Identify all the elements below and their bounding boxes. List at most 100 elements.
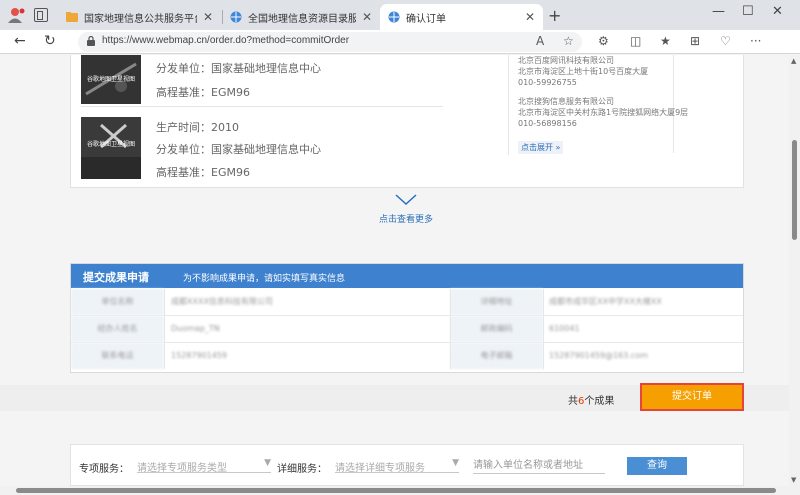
thumbnail-caption: 谷歌地图卫星视图	[87, 141, 136, 148]
favorites-icon[interactable]: ★	[660, 34, 671, 48]
form-row: 单位名称 成都XXXX信息科技有限公司 详细地址 成都市成华区XX中学XX大楼X…	[71, 289, 743, 316]
field-label: 经办人姓名	[71, 316, 164, 342]
expand-vendors-link[interactable]: 点击展开 »	[518, 141, 564, 154]
browser-toolbar: ← ↻ https://www.webmap.cn/order.do?metho…	[0, 30, 800, 54]
chevron-down-icon[interactable]	[395, 194, 417, 206]
chevron-down-icon: ▼	[452, 458, 459, 468]
form-header: 提交成果申请 为不影响成果申请，请如实填写真实信息	[71, 264, 743, 288]
divider	[673, 55, 674, 153]
form-row: 经办人姓名 Duomap_TN 邮政编码 610041	[71, 316, 743, 343]
scroll-down-icon[interactable]: ▼	[791, 476, 796, 484]
browser-essentials-icon[interactable]: ♡	[720, 34, 731, 48]
form-title: 提交成果申请	[83, 271, 149, 284]
divider	[81, 106, 443, 107]
divider	[164, 343, 165, 369]
form-row: 联系电话 15287901459 电子邮箱 15287901459@163.co…	[71, 343, 743, 370]
detail-service-select[interactable]: 请选择详细专项服务 ▼	[335, 458, 459, 474]
vendor-phone: 010-59926755	[518, 78, 577, 87]
contact-name-value[interactable]: Duomap_TN	[171, 316, 361, 342]
thumbnail-caption: 谷歌地图卫星视图	[87, 76, 136, 83]
submit-application-form: 提交成果申请 为不影响成果申请，请如实填写真实信息 单位名称 成都XXXX信息科…	[70, 263, 744, 373]
product-thumbnail[interactable]: 谷歌地图卫星视图	[81, 117, 141, 179]
satellite-image	[81, 117, 141, 179]
result-count: 共6个成果	[568, 392, 614, 407]
close-tab-icon[interactable]: ✕	[525, 10, 535, 24]
field-label: 联系电话	[71, 343, 164, 369]
vendor-phone: 010-56898156	[518, 119, 577, 128]
scrollbar-thumb[interactable]	[792, 140, 797, 240]
divider	[450, 316, 451, 342]
unit-search-input[interactable]	[473, 458, 605, 474]
product-item: 谷歌地图卫星视图 分发单位：国家基础地理信息中心 高程基准：EGM96	[81, 55, 453, 106]
tab-tianditu[interactable]: 国家地理信息公共服务平台 天地图 ✕	[58, 4, 221, 30]
detail-service-label: 详细服务：	[277, 464, 327, 475]
scrollbar-thumb[interactable]	[16, 488, 776, 493]
browser-tab-bar: 国家地理信息公共服务平台 天地图 ✕ 全国地理信息资源目录服务系统 ✕ 确认订单…	[0, 0, 800, 30]
more-menu-icon[interactable]: ···	[750, 34, 761, 48]
address-bar[interactable]: https://www.webmap.cn/order.do?method=co…	[78, 32, 582, 52]
new-tab-icon[interactable]: +	[548, 6, 561, 25]
close-tab-icon[interactable]: ✕	[203, 10, 213, 24]
field-label: 详细地址	[450, 289, 543, 315]
divider	[508, 55, 509, 155]
unit-name-value[interactable]: 成都XXXX信息科技有限公司	[171, 289, 361, 315]
read-aloud-icon[interactable]: A	[536, 34, 544, 48]
tab-title: 国家地理信息公共服务平台 天地图	[84, 13, 197, 25]
tab-actions-icon[interactable]	[34, 8, 48, 22]
tab-title: 确认订单	[406, 13, 446, 25]
profile-avatar-icon[interactable]	[8, 7, 26, 23]
favorite-star-icon[interactable]: ☆	[563, 34, 574, 48]
divider	[543, 289, 544, 315]
query-button[interactable]: 查询	[627, 457, 687, 475]
product-distributor: 分发单位：国家基础地理信息中心	[156, 62, 321, 75]
product-time: 生产时间：2010	[156, 121, 239, 134]
field-label: 单位名称	[71, 289, 164, 315]
close-tab-icon[interactable]: ✕	[362, 10, 372, 24]
globe-favicon-icon	[388, 11, 400, 23]
close-window-icon[interactable]: ✕	[772, 4, 783, 19]
vendor-name: 北京搜狗信息服务有限公司	[518, 97, 614, 106]
tab-directory-service[interactable]: 全国地理信息资源目录服务系统 ✕	[222, 4, 380, 30]
vendor-name: 北京百度网讯科技有限公司	[518, 56, 614, 65]
product-elevation: 高程基准：EGM96	[156, 86, 250, 99]
maximize-icon[interactable]: ☐	[742, 4, 754, 19]
globe-favicon-icon	[230, 11, 242, 23]
divider	[164, 289, 165, 315]
collections-icon[interactable]: ⊞	[690, 34, 700, 48]
special-service-select[interactable]: 请选择专项服务类型 ▼	[137, 458, 271, 474]
minimize-icon[interactable]: —	[712, 4, 725, 19]
horizontal-scrollbar[interactable]	[0, 486, 800, 495]
extensions-icon[interactable]: ⚙	[598, 34, 609, 48]
vertical-scrollbar[interactable]: ▲ ▼	[789, 55, 800, 486]
divider	[543, 343, 544, 369]
url-text: https://www.webmap.cn/order.do?method=co…	[102, 35, 350, 46]
tab-confirm-order[interactable]: 确认订单 ✕	[380, 4, 543, 30]
vendor-address: 北京市海淀区中关村东路1号院搜狐网络大厦9层	[518, 108, 689, 117]
scroll-up-icon[interactable]: ▲	[791, 57, 796, 65]
split-screen-icon[interactable]: ◫	[630, 34, 641, 48]
vendor-address: 北京市海淀区上地十街10号百度大厦	[518, 67, 649, 76]
postcode-value[interactable]: 610041	[549, 316, 739, 342]
phone-value[interactable]: 15287901459	[171, 343, 361, 369]
chevron-down-icon: ▼	[264, 458, 271, 468]
select-placeholder: 请选择专项服务类型	[137, 463, 227, 474]
service-filter-bar: 专项服务： 请选择专项服务类型 ▼ 详细服务： 请选择详细专项服务 ▼ 查询	[70, 444, 744, 486]
view-more-link[interactable]: 点击查看更多	[0, 212, 789, 225]
product-thumbnail[interactable]: 谷歌地图卫星视图	[81, 55, 141, 104]
submit-order-button[interactable]: 提交订单	[640, 383, 744, 411]
product-distributor: 分发单位：国家基础地理信息中心	[156, 143, 321, 156]
divider	[450, 343, 451, 369]
folder-favicon-icon	[66, 12, 78, 22]
product-list: 谷歌地图卫星视图 分发单位：国家基础地理信息中心 高程基准：EGM96 谷歌地图…	[70, 55, 744, 188]
special-service-label: 专项服务：	[79, 464, 129, 475]
field-label: 电子邮箱	[450, 343, 543, 369]
address-value[interactable]: 成都市成华区XX中学XX大楼XX	[549, 289, 739, 315]
refresh-icon[interactable]: ↻	[44, 33, 56, 49]
select-placeholder: 请选择详细专项服务	[335, 463, 425, 474]
form-note: 为不影响成果申请，请如实填写真实信息	[183, 274, 346, 284]
count-suffix: 个成果	[584, 396, 615, 407]
email-value[interactable]: 15287901459@163.com	[549, 343, 739, 369]
expand-label: 点击展开	[521, 143, 553, 152]
back-icon[interactable]: ←	[14, 33, 26, 49]
count-prefix: 共	[568, 396, 578, 407]
